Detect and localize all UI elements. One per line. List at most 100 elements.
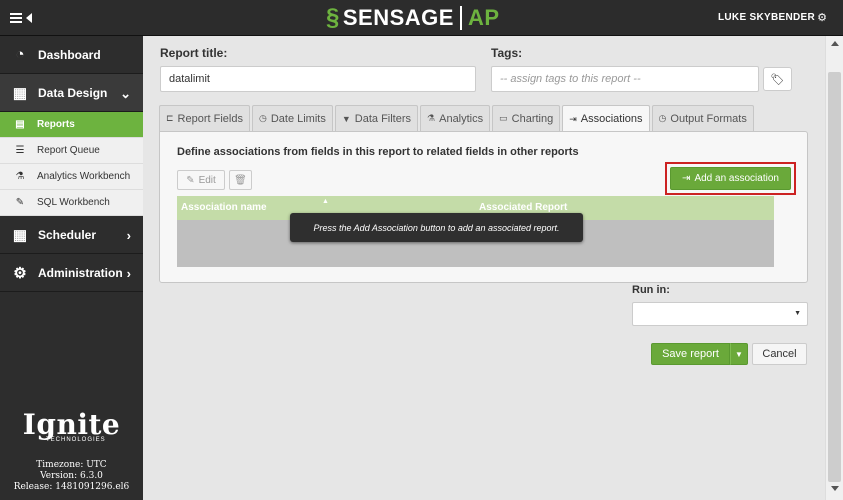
brand-divider xyxy=(459,6,462,30)
run-in-select[interactable]: ▼ xyxy=(632,302,808,326)
associations-description: Define associations from fields in this … xyxy=(177,146,579,158)
sidebar-submenu: ▤ Reports ☰ Report Queue ⚗ Analytics Wor… xyxy=(0,112,143,216)
dashboard-icon: ◔ xyxy=(15,46,25,63)
version-text: Version: 6.3.0 xyxy=(40,471,103,481)
chevron-right-icon: › xyxy=(126,266,131,281)
tab-output-formats[interactable]: ◷ Output Formats xyxy=(651,105,754,131)
sidebar-item-data-design[interactable]: ▦ Data Design ⌄ xyxy=(0,74,143,112)
chevron-right-icon: › xyxy=(126,228,131,243)
filter-icon: ▼ xyxy=(341,113,351,124)
empty-grid-message: Press the Add Association button to add … xyxy=(290,213,583,242)
sidebar-item-label: Administration xyxy=(38,265,123,280)
save-report-button[interactable]: Save report xyxy=(651,343,730,365)
brand-logo: § SENSAGE AP xyxy=(326,4,500,31)
edit-icon: ✎ xyxy=(186,174,195,186)
brand-product: AP xyxy=(467,5,500,30)
tab-label: Output Formats xyxy=(670,112,747,125)
hamburger-icon xyxy=(10,13,22,23)
vertical-scrollbar[interactable] xyxy=(825,36,843,500)
sidebar-item-label: Reports xyxy=(37,119,75,130)
timezone-text: Timezone: UTC xyxy=(36,460,107,470)
associations-panel: Define associations from fields in this … xyxy=(159,131,808,283)
main-content: Report title: datalimit Tags: -- assign … xyxy=(143,36,825,500)
output-icon: ◷ xyxy=(658,113,667,123)
save-options-button[interactable]: ▼ xyxy=(730,343,748,365)
report-title-input[interactable]: datalimit xyxy=(160,66,476,92)
collapse-left-icon xyxy=(26,13,32,23)
add-association-highlight: ⇥ Add an association xyxy=(665,162,796,195)
tag-icon: 🏷︎ xyxy=(770,73,785,86)
sidebar-item-label: Report Queue xyxy=(37,145,100,156)
tab-label: Data Filters xyxy=(354,112,412,125)
cancel-button[interactable]: Cancel xyxy=(752,343,807,365)
chart-icon: ▭ xyxy=(499,113,508,123)
sensage-logo-icon: § xyxy=(326,4,340,31)
associate-icon: ⇥ xyxy=(682,173,691,184)
edit-button[interactable]: ✎ Edit xyxy=(177,170,225,190)
tab-analytics[interactable]: ⚗ Analytics xyxy=(420,105,491,131)
sidebar-item-analytics-workbench[interactable]: ⚗ Analytics Workbench xyxy=(0,164,143,190)
column-associated-report[interactable]: Associated Report xyxy=(479,202,567,213)
sidebar-item-dashboard[interactable]: ◔ Dashboard xyxy=(0,36,143,74)
scroll-down-icon[interactable] xyxy=(831,486,839,491)
tab-data-filters[interactable]: ▼ Data Filters xyxy=(334,105,419,131)
report-tabs: ⊏ Report Fields ◷ Date Limits ▼ Data Filter… xyxy=(159,105,754,132)
sort-up-icon: ▲ xyxy=(322,198,329,205)
clock-icon: ◷ xyxy=(258,113,267,123)
version-info: Timezone: UTC Version: 6.3.0 Release: 14… xyxy=(0,460,143,493)
flask-icon: ⚗ xyxy=(15,171,25,182)
scrollbar-thumb[interactable] xyxy=(828,72,841,482)
sidebar-item-administration[interactable]: ⚙ Administration › xyxy=(0,254,143,292)
sidebar-item-label: Analytics Workbench xyxy=(37,171,131,182)
sidebar-item-label: Scheduler xyxy=(38,227,97,242)
release-text: Release: 1481091296.el6 xyxy=(13,482,130,492)
flask-icon: ⚗ xyxy=(427,113,436,123)
tab-label: Report Fields xyxy=(177,112,243,125)
tags-input[interactable]: -- assign tags to this report -- xyxy=(491,66,759,92)
tab-charting[interactable]: ▭ Charting xyxy=(492,105,561,131)
tab-report-fields[interactable]: ⊏ Report Fields xyxy=(159,105,250,131)
calendar-icon: ▦ xyxy=(12,226,28,244)
sidebar-item-reports[interactable]: ▤ Reports xyxy=(0,112,143,138)
tab-label: Date Limits xyxy=(270,112,326,125)
tab-associations[interactable]: ⇥ Associations xyxy=(562,105,650,132)
scroll-up-icon[interactable] xyxy=(831,41,839,46)
brand-name: SENSAGE xyxy=(342,5,454,30)
delete-button[interactable]: 🗑︎ xyxy=(229,170,252,190)
top-bar: § SENSAGE AP LUKE SKYBENDER ⚙ xyxy=(0,0,843,36)
edit-icon: ✎ xyxy=(15,197,25,208)
sidebar-toggle-button[interactable] xyxy=(10,10,40,26)
sidebar-item-scheduler[interactable]: ▦ Scheduler › xyxy=(0,216,143,254)
tab-date-limits[interactable]: ◷ Date Limits xyxy=(251,105,333,131)
sidebar: ◔ Dashboard ▦ Data Design ⌄ ▤ Reports ☰ … xyxy=(0,36,143,500)
chevron-down-icon: ⌄ xyxy=(120,86,131,101)
tags-label: Tags: xyxy=(491,46,523,60)
list-icon: ☰ xyxy=(15,145,25,156)
run-in-label: Run in: xyxy=(632,284,670,296)
table-icon: ▦ xyxy=(12,84,28,102)
add-association-button[interactable]: ⇥ Add an association xyxy=(670,167,791,190)
dropdown-arrow-icon: ▼ xyxy=(794,310,801,317)
edit-label: Edit xyxy=(198,174,216,186)
tab-label: Analytics xyxy=(439,112,484,125)
logo-subtext: TECHNOLOGIES xyxy=(46,437,106,443)
sidebar-item-sql-workbench[interactable]: ✎ SQL Workbench xyxy=(0,190,143,216)
tab-label: Charting xyxy=(511,112,554,125)
add-association-label: Add an association xyxy=(694,173,779,184)
sidebar-item-label: Data Design xyxy=(38,85,108,100)
gear-icon[interactable]: ⚙ xyxy=(817,11,827,24)
sidebar-item-report-queue[interactable]: ☰ Report Queue xyxy=(0,138,143,164)
fields-icon: ⊏ xyxy=(166,113,174,123)
column-association-name[interactable]: Association name xyxy=(181,202,267,213)
associate-icon: ⇥ xyxy=(569,113,577,124)
trash-icon: 🗑︎ xyxy=(234,174,247,186)
tag-button[interactable]: 🏷︎ xyxy=(763,67,792,91)
document-icon: ▤ xyxy=(15,119,25,130)
sidebar-item-label: SQL Workbench xyxy=(37,197,110,208)
sidebar-item-label: Dashboard xyxy=(38,47,101,62)
user-menu[interactable]: LUKE SKYBENDER xyxy=(718,12,815,23)
logo-text: Ignite xyxy=(22,408,121,441)
caret-down-icon: ▼ xyxy=(735,349,743,359)
ignite-logo: Ignite TECHNOLOGIES xyxy=(0,408,143,444)
tab-label: Associations xyxy=(580,113,643,125)
